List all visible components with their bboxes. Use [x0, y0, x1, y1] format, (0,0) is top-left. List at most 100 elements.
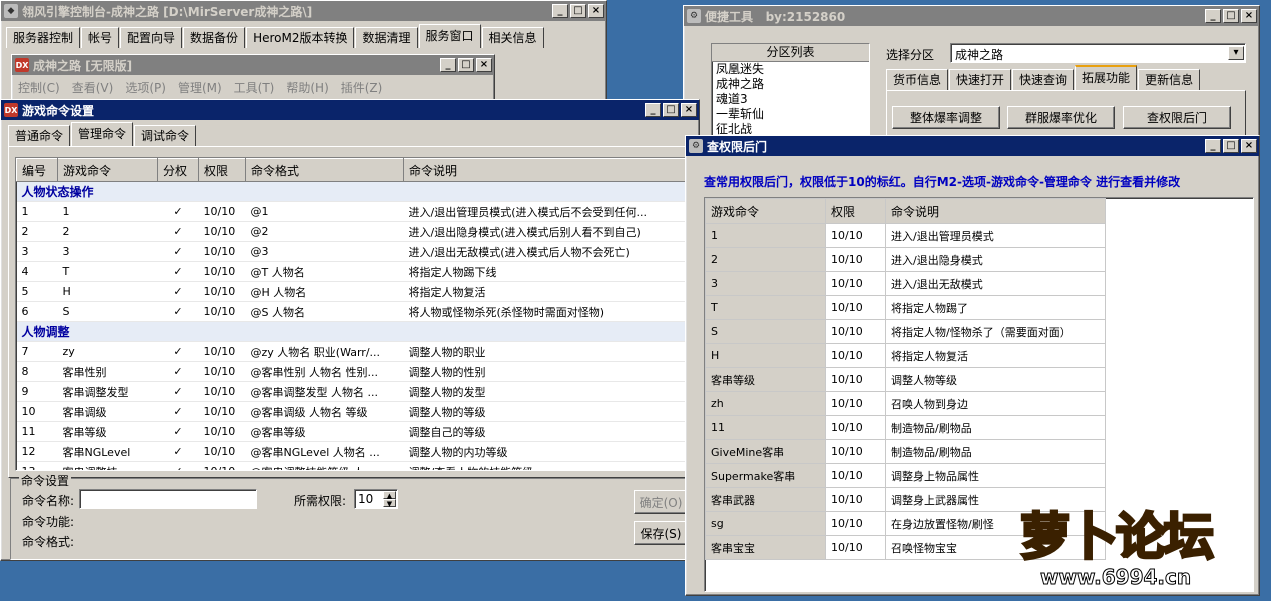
ok-button[interactable]: 确定(O) [634, 490, 688, 514]
tab-4[interactable]: HeroM2版本转换 [246, 27, 355, 48]
table-row[interactable]: 3 10/10 进入/退出无敌模式 [705, 271, 1106, 296]
quick-tab-2[interactable]: 快速查询 [1012, 69, 1075, 90]
table-row[interactable]: 7 zy ✓ 10/10 @zy 人物名 职业(Warr/... 调整人物的职业 [16, 341, 699, 362]
cmd-tab-0[interactable]: 普通命令 [8, 125, 71, 146]
command-table: 编号 游戏命令 分权 权限 命令格式 命令说明 人物状态操作 1 1 ✓ 10/10 @1 进入/退出… [16, 158, 699, 470]
column-header[interactable]: 命令说明 [885, 198, 1106, 224]
close-button[interactable]: × [1241, 9, 1257, 23]
table-row[interactable]: 12 客串NGLevel ✓ 10/10 @客串NGLevel 人物名 ... 调整人物的… [16, 441, 699, 462]
tab-1[interactable]: 帐号 [81, 27, 120, 48]
check-backdoor-button[interactable]: 查权限后门 [1123, 106, 1231, 129]
maximize-button[interactable]: □ [663, 103, 679, 117]
menu-item-3[interactable]: 管理(M) [172, 79, 228, 96]
table-row[interactable]: Supermake客串 10/10 调整身上物品属性 [705, 463, 1106, 488]
table-cell: 10/10 [198, 301, 246, 322]
menu-item-4[interactable]: 工具(T) [228, 79, 281, 96]
table-row[interactable]: 10 客串调级 ✓ 10/10 @客串调级 人物名 等级 调整人物的等级 [16, 401, 699, 422]
table-row[interactable]: T 10/10 将指定人物踢了 [705, 295, 1106, 320]
group-droprate-button[interactable]: 群服爆率优化 [1007, 106, 1115, 129]
table-row[interactable]: zh 10/10 召唤人物到身边 [705, 391, 1106, 416]
table-row[interactable]: 11 10/10 制造物品/刷物品 [705, 415, 1106, 440]
menu-item-1[interactable]: 查看(V) [66, 79, 120, 96]
table-row[interactable]: 1 1 ✓ 10/10 @1 进入/退出管理员模式(进入模式后不会受到任何... [16, 201, 699, 222]
close-button[interactable]: × [681, 103, 697, 117]
table-row[interactable]: 11 客串等级 ✓ 10/10 @客串等级 调整自己的等级 [16, 421, 699, 442]
column-header[interactable]: 命令说明 [403, 158, 699, 182]
column-header[interactable]: 权限 [198, 158, 246, 182]
table-row[interactable]: 4 T ✓ 10/10 @T 人物名 将指定人物踢下线 [16, 261, 699, 282]
table-cell: 客串调整技 [57, 461, 158, 470]
tab-6[interactable]: 服务窗口 [418, 24, 481, 48]
command-name-input[interactable] [79, 489, 257, 509]
column-header[interactable]: 游戏命令 [705, 198, 826, 224]
minimize-button[interactable]: _ [645, 103, 661, 117]
partition-list[interactable]: 分区列表 凤凰迷失 成神之路 魂道3 一辈斩仙 征北战 [711, 43, 870, 139]
table-row[interactable]: 8 客串性别 ✓ 10/10 @客串性别 人物名 性别... 调整人物的性别 [16, 361, 699, 382]
partition-item[interactable]: 魂道3 [716, 92, 869, 107]
quick-tab-3[interactable]: 拓展功能 [1075, 65, 1138, 90]
column-header[interactable]: 编号 [16, 158, 58, 182]
cmd-tab-2[interactable]: 调试命令 [134, 125, 197, 146]
table-row[interactable]: 1 10/10 进入/退出管理员模式 [705, 223, 1106, 248]
table-row[interactable]: 2 2 ✓ 10/10 @2 进入/退出隐身模式(进入模式后别人看不到自己) [16, 221, 699, 242]
menu-item-6[interactable]: 插件(Z) [335, 79, 389, 96]
column-header[interactable]: 分权 [157, 158, 199, 182]
table-cell: 客串调级 [57, 401, 158, 422]
table-row[interactable]: H 10/10 将指定人物复活 [705, 343, 1106, 368]
command-listview[interactable]: 编号 游戏命令 分权 权限 命令格式 命令说明 人物状态操作 1 1 ✓ 10/10 @1 进入/退出… [15, 157, 699, 471]
partition-item[interactable]: 一辈斩仙 [716, 107, 869, 122]
overall-droprate-button[interactable]: 整体爆率调整 [892, 106, 1000, 129]
table-row[interactable]: 2 10/10 进入/退出隐身模式 [705, 247, 1106, 272]
maximize-button[interactable]: □ [1223, 9, 1239, 23]
quick-tab-4[interactable]: 更新信息 [1138, 69, 1201, 90]
table-cell: 10/10 [198, 461, 246, 470]
table-row[interactable]: S 10/10 将指定人物/怪物杀了（需要面对面） [705, 319, 1106, 344]
column-header[interactable]: 权限 [825, 198, 886, 224]
minimize-button[interactable]: _ [1205, 9, 1221, 23]
table-row[interactable]: 9 客串调整发型 ✓ 10/10 @客串调整发型 人物名 ... 调整人物的发型 [16, 381, 699, 402]
table-row[interactable]: 13客串调整技✓10/10@客串调整技能等级 人...调整/查看人物的技能等级 [16, 461, 699, 470]
minimize-button[interactable]: _ [440, 58, 456, 72]
table-row[interactable]: 6 S ✓ 10/10 @S 人物名 将人物或怪物杀死(杀怪物时需面对怪物) [16, 301, 699, 322]
tab-5[interactable]: 数据清理 [355, 27, 418, 48]
chevron-down-icon[interactable]: ▾ [1228, 46, 1244, 60]
table-row[interactable]: 3 3 ✓ 10/10 @3 进入/退出无敌模式(进入模式后人物不会死亡) [16, 241, 699, 262]
stepper-up-icon[interactable]: ▲ [383, 491, 396, 500]
maximize-button[interactable]: □ [458, 58, 474, 72]
column-header[interactable]: 游戏命令 [57, 158, 158, 182]
table-cell: 10/10 [198, 381, 246, 402]
minimize-button[interactable]: _ [1205, 139, 1221, 153]
maximize-button[interactable]: □ [570, 4, 586, 18]
table-cell: 10/10 [198, 361, 246, 382]
close-button[interactable]: × [588, 4, 604, 18]
menu-item-0[interactable]: 控制(C) [12, 79, 66, 96]
partition-item[interactable]: 成神之路 [716, 77, 869, 92]
tab-3[interactable]: 数据备份 [183, 27, 246, 48]
save-button[interactable]: 保存(S) [634, 521, 688, 545]
quick-tab-0[interactable]: 货币信息 [886, 69, 949, 90]
close-button[interactable]: × [476, 58, 492, 72]
quick-tab-1[interactable]: 快速打开 [949, 69, 1012, 90]
table-cell: 调整身上物品属性 [885, 463, 1106, 488]
menu-item-5[interactable]: 帮助(H) [280, 79, 334, 96]
partition-item[interactable]: 凤凰迷失 [716, 62, 869, 77]
table-cell: 进入/退出无敌模式 [885, 271, 1106, 296]
table-row[interactable]: 5 H ✓ 10/10 @H 人物名 将指定人物复活 [16, 281, 699, 302]
close-button[interactable]: × [1241, 139, 1257, 153]
table-row[interactable]: 客串等级 10/10 调整人物等级 [705, 367, 1106, 392]
minimize-button[interactable]: _ [552, 4, 568, 18]
cmd-tab-1[interactable]: 管理命令 [71, 122, 134, 146]
stepper-down-icon[interactable]: ▼ [383, 499, 396, 508]
table-cell: H [705, 343, 826, 368]
table-row[interactable]: GiveMine客串 10/10 制造物品/刷物品 [705, 439, 1106, 464]
menu-item-2[interactable]: 选项(P) [119, 79, 172, 96]
column-header[interactable]: 命令格式 [245, 158, 404, 182]
tab-2[interactable]: 配置向导 [120, 27, 183, 48]
table-cell: 9 [16, 381, 58, 402]
tab-7[interactable]: 相关信息 [481, 27, 544, 48]
table-cell: @H 人物名 [245, 281, 404, 302]
partition-select[interactable]: 成神之路 ▾ [950, 43, 1246, 63]
maximize-button[interactable]: □ [1223, 139, 1239, 153]
tab-0[interactable]: 服务器控制 [6, 27, 81, 48]
required-perm-stepper[interactable]: 10 ▲ ▼ [354, 489, 398, 509]
